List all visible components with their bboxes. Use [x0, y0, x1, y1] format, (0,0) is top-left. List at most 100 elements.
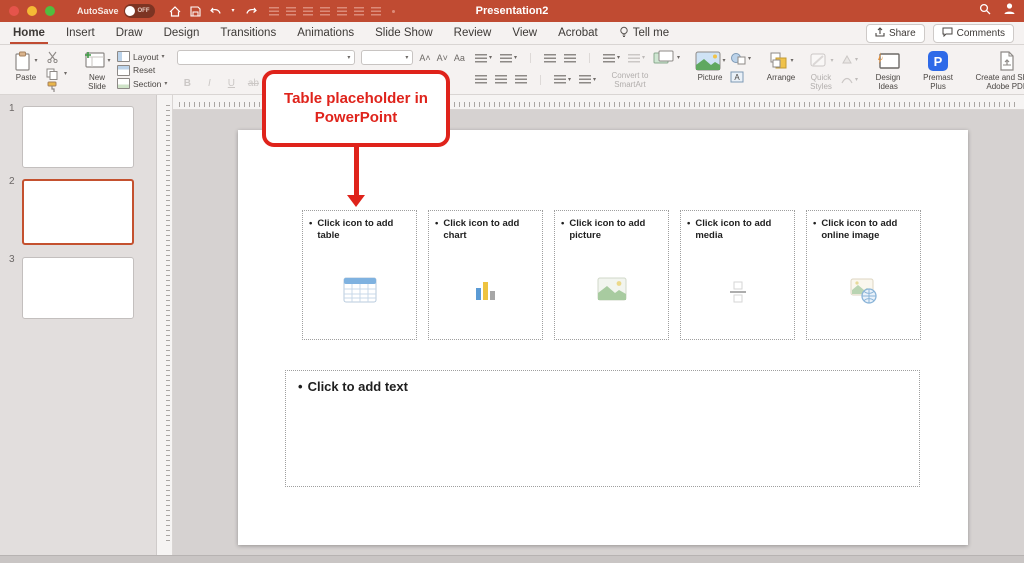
online-image-icon[interactable] — [849, 277, 879, 310]
align-right-button[interactable] — [515, 75, 527, 84]
placeholder-picture[interactable]: •Click icon to add picture — [554, 210, 669, 340]
paste-dropdown-caret[interactable]: ▾ — [34, 58, 37, 64]
account-button[interactable] — [1003, 2, 1016, 20]
outdent-button[interactable] — [544, 54, 556, 63]
picture-icon[interactable] — [597, 277, 627, 306]
home-button[interactable] — [169, 6, 181, 17]
arrange-button[interactable]: ▾ Arrange — [761, 48, 801, 92]
undo-button[interactable] — [210, 6, 223, 17]
copy-button[interactable]: ▾ — [46, 68, 67, 80]
convert-smartart-label[interactable]: Convert to SmartArt — [604, 71, 656, 89]
media-icon[interactable] — [728, 277, 748, 312]
grow-font-button[interactable]: A˄ — [419, 53, 430, 63]
line-spacing-button[interactable]: ▾ — [603, 54, 620, 63]
placeholder-table[interactable]: •Click icon to add table — [302, 210, 417, 340]
bullets-button[interactable]: ▾ — [475, 54, 492, 63]
tab-insert[interactable]: Insert — [63, 22, 98, 44]
underline-button[interactable]: U — [225, 78, 237, 89]
text-placeholder[interactable]: • Click to add text — [285, 370, 920, 487]
slide-thumbnail-3[interactable] — [22, 257, 134, 319]
slide-thumbnail-2[interactable] — [22, 179, 134, 245]
tab-home[interactable]: Home — [10, 22, 48, 44]
new-slide-dropdown-caret[interactable]: ▾ — [108, 58, 111, 64]
tab-animations[interactable]: Animations — [294, 22, 357, 44]
design-ideas-button[interactable]: Design Ideas — [868, 48, 908, 92]
callout-arrow — [354, 146, 359, 197]
strikethrough-button[interactable]: ab — [247, 78, 259, 89]
tab-transitions[interactable]: Transitions — [217, 22, 279, 44]
reset-button[interactable]: Reset — [117, 64, 167, 77]
slide-number: 1 — [9, 103, 15, 114]
adobe-pdf-button[interactable]: Create and Share Adobe PDF — [968, 48, 1024, 92]
title-bar: AutoSave OFF ▾ Presentation2 — [0, 0, 1024, 22]
placeholder-table-label: Click icon to add table — [317, 218, 410, 243]
autosave-toggle[interactable]: OFF — [124, 4, 155, 18]
redo-button[interactable] — [244, 6, 257, 17]
columns-button[interactable]: ▾ — [628, 54, 645, 63]
textbox-button[interactable]: A — [730, 70, 751, 88]
placeholder-chart[interactable]: •Click icon to add chart — [428, 210, 543, 340]
tab-tell-me[interactable]: Tell me — [616, 22, 672, 44]
picture-label: Picture — [698, 73, 723, 82]
ribbon-tab-bar: Home Insert Draw Design Transitions Anim… — [0, 22, 1024, 45]
convert-smartart-icon[interactable]: ▾ — [653, 50, 680, 66]
text-direction-button[interactable]: ▾ — [554, 75, 571, 84]
new-slide-button[interactable]: ▾ New Slide — [77, 48, 117, 92]
paste-button[interactable]: ▾ Paste — [6, 48, 46, 92]
bullet: • — [298, 379, 303, 396]
numbering-button[interactable]: ▾ — [500, 54, 517, 63]
close-button[interactable] — [9, 6, 19, 16]
save-button[interactable] — [190, 6, 201, 17]
shapes-button[interactable]: ▾ — [730, 52, 751, 65]
share-icon — [875, 27, 885, 40]
bold-button[interactable]: B — [181, 78, 193, 89]
zoom-button[interactable] — [45, 6, 55, 16]
share-button[interactable]: Share — [866, 24, 925, 43]
font-size-select[interactable]: ▾ — [361, 50, 413, 65]
bullet: • — [309, 218, 312, 243]
premast-plus-button[interactable]: P Premast Plus — [918, 48, 958, 92]
bullet: • — [561, 218, 564, 243]
comments-label: Comments — [957, 28, 1005, 39]
align-text-button[interactable]: ▾ — [579, 75, 596, 84]
lightbulb-icon — [619, 26, 629, 41]
adobe-pdf-label: Create and Share Adobe PDF — [971, 73, 1024, 91]
new-slide-label: New Slide — [80, 73, 114, 91]
tab-draw[interactable]: Draw — [113, 22, 146, 44]
minimize-button[interactable] — [27, 6, 37, 16]
italic-button[interactable]: I — [203, 78, 215, 89]
shape-fill-button[interactable]: ▾ — [841, 55, 858, 65]
tab-view[interactable]: View — [509, 22, 540, 44]
ribbon: ▾ Paste ▾ ▾ New Slide Layout▾ Reset Sect… — [0, 45, 1024, 95]
comments-button[interactable]: Comments — [933, 24, 1014, 43]
text-placeholder-label: Click to add text — [308, 379, 408, 396]
layout-button[interactable]: Layout▾ — [117, 50, 167, 63]
tab-review[interactable]: Review — [451, 22, 495, 44]
slide-editing-area[interactable]: •Click icon to add table •Click icon to … — [238, 130, 968, 545]
align-center-button[interactable] — [495, 75, 507, 84]
tab-slide-show[interactable]: Slide Show — [372, 22, 436, 44]
paste-label: Paste — [16, 73, 36, 82]
picture-button[interactable]: ▾ Picture — [690, 48, 730, 92]
cut-button[interactable] — [46, 50, 67, 68]
table-icon[interactable] — [343, 277, 377, 308]
tab-acrobat[interactable]: Acrobat — [555, 22, 601, 44]
align-left-button[interactable] — [475, 75, 487, 84]
disabled-align-middle-icon — [354, 7, 364, 16]
picture-dropdown-caret[interactable]: ▾ — [723, 58, 726, 64]
tab-design[interactable]: Design — [161, 22, 203, 44]
slide-thumbnail-1[interactable] — [22, 106, 134, 168]
font-name-select[interactable]: ▾ — [177, 50, 355, 65]
placeholder-media[interactable]: •Click icon to add media — [680, 210, 795, 340]
shrink-font-button[interactable]: A˅ — [437, 53, 448, 63]
indent-button[interactable] — [564, 54, 576, 63]
shape-outline-button[interactable]: ▾ — [841, 75, 858, 85]
chart-icon[interactable] — [472, 277, 500, 308]
arrange-dropdown-caret[interactable]: ▾ — [791, 58, 794, 64]
placeholder-online-image[interactable]: •Click icon to add online image — [806, 210, 921, 340]
undo-dropdown-caret[interactable]: ▾ — [232, 8, 235, 14]
search-button[interactable] — [979, 2, 991, 20]
quick-styles-button[interactable]: ▾ Quick Styles — [801, 48, 841, 92]
change-case-button[interactable]: Aa — [454, 53, 465, 63]
section-button[interactable]: Section▾ — [117, 77, 167, 90]
